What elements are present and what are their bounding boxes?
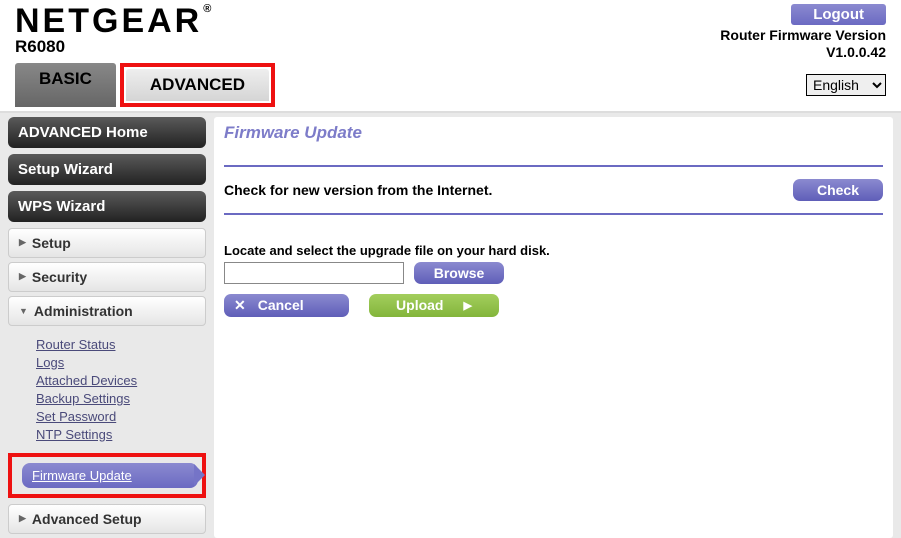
firmware-version: Router Firmware Version V1.0.0.42: [720, 27, 886, 61]
close-icon: ✕: [234, 297, 246, 314]
sidebar-section-label: Setup: [32, 235, 71, 251]
sidebar-item-set-password[interactable]: Set Password: [36, 409, 206, 424]
sidebar-item-ntp-settings[interactable]: NTP Settings: [36, 427, 206, 442]
sidebar-section-advanced-setup[interactable]: ▶ Advanced Setup: [8, 504, 206, 534]
chevron-right-icon: ▶: [19, 237, 26, 248]
sidebar-item-label: Firmware Update: [32, 468, 132, 483]
check-button[interactable]: Check: [793, 179, 883, 201]
registered-icon: ®: [203, 3, 214, 15]
administration-submenu: Router Status Logs Attached Devices Back…: [8, 330, 206, 451]
firmware-version-label: Router Firmware Version: [720, 27, 886, 43]
header-right: Logout Router Firmware Version V1.0.0.42: [686, 4, 886, 61]
sidebar-section-security[interactable]: ▶ Security: [8, 262, 206, 292]
sidebar-advanced-home[interactable]: ADVANCED Home: [8, 117, 206, 148]
header-left: NETGEAR® R6080: [15, 4, 213, 57]
tab-advanced-highlight: ADVANCED: [120, 63, 275, 107]
main-tabs: BASIC ADVANCED: [15, 63, 279, 107]
check-version-text: Check for new version from the Internet.: [224, 182, 492, 198]
sidebar-item-firmware-update-highlight: Firmware Update: [8, 453, 206, 498]
header: NETGEAR® R6080 Logout Router Firmware Ve…: [0, 0, 901, 63]
sidebar-section-label: Advanced Setup: [32, 511, 142, 527]
language-select[interactable]: English: [806, 74, 886, 96]
divider: [224, 213, 883, 215]
sidebar-setup-wizard[interactable]: Setup Wizard: [8, 154, 206, 185]
sidebar-section-setup[interactable]: ▶ Setup: [8, 228, 206, 258]
cancel-button[interactable]: ✕ Cancel: [224, 294, 349, 317]
page-body: ADVANCED Home Setup Wizard WPS Wizard ▶ …: [0, 111, 901, 538]
top-bar: BASIC ADVANCED English: [0, 63, 901, 111]
page-title: Firmware Update: [224, 123, 883, 143]
sidebar-section-administration[interactable]: ▼ Administration: [8, 296, 206, 326]
chevron-right-icon: ▶: [463, 299, 471, 312]
sidebar-item-attached-devices[interactable]: Attached Devices: [36, 373, 206, 388]
chevron-right-icon: ▶: [19, 513, 26, 524]
check-version-row: Check for new version from the Internet.…: [224, 173, 883, 207]
file-select-row: Browse: [224, 262, 883, 284]
file-path-input[interactable]: [224, 262, 404, 284]
sidebar-wps-wizard[interactable]: WPS Wizard: [8, 191, 206, 222]
firmware-version-value: V1.0.0.42: [720, 44, 886, 61]
browse-button[interactable]: Browse: [414, 262, 504, 284]
sidebar-item-backup-settings[interactable]: Backup Settings: [36, 391, 206, 406]
brand-logo: NETGEAR®: [15, 4, 213, 38]
sidebar-section-label: Security: [32, 269, 87, 285]
sidebar: ADVANCED Home Setup Wizard WPS Wizard ▶ …: [8, 117, 206, 538]
sidebar-item-router-status[interactable]: Router Status: [36, 337, 206, 352]
upload-button[interactable]: Upload ▶: [369, 294, 499, 317]
model-number: R6080: [15, 37, 213, 57]
divider: [224, 165, 883, 167]
upload-button-label: Upload: [396, 297, 443, 313]
chevron-right-icon: ▶: [19, 271, 26, 282]
language-selector-wrap: English: [806, 74, 886, 96]
sidebar-item-firmware-update[interactable]: Firmware Update: [22, 463, 198, 488]
brand-text: NETGEAR: [15, 2, 202, 40]
cancel-button-label: Cancel: [258, 297, 304, 313]
tab-advanced[interactable]: ADVANCED: [126, 69, 269, 101]
logout-button[interactable]: Logout: [791, 4, 886, 25]
tab-basic[interactable]: BASIC: [15, 63, 116, 107]
sidebar-item-logs[interactable]: Logs: [36, 355, 206, 370]
action-row: ✕ Cancel Upload ▶: [224, 294, 883, 317]
locate-file-label: Locate and select the upgrade file on yo…: [224, 243, 883, 258]
chevron-down-icon: ▼: [19, 306, 28, 316]
content-panel: Firmware Update Check for new version fr…: [214, 117, 893, 538]
sidebar-section-label: Administration: [34, 303, 133, 319]
